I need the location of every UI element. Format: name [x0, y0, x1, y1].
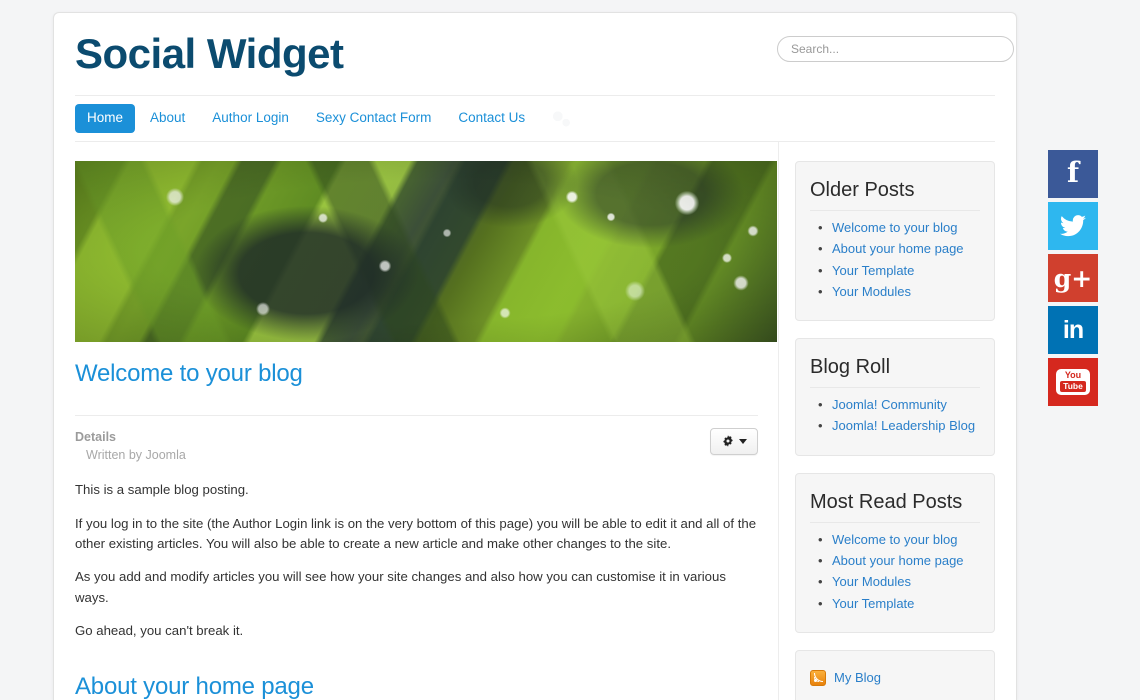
- linkedin-icon: in: [1062, 315, 1084, 344]
- paragraph: Go ahead, you can't break it.: [75, 623, 244, 639]
- article-body: This is a sample blog posting. If you lo…: [75, 464, 758, 642]
- module-link[interactable]: Welcome to your blog: [832, 532, 958, 547]
- article-about-home-page: About your home page Details Written by …: [75, 655, 758, 700]
- nav-item-home[interactable]: Home: [75, 104, 136, 133]
- twitter-icon: [1060, 215, 1086, 237]
- site-container: Social Widget Home About Author Login Se…: [53, 12, 1017, 700]
- article-welcome: Welcome to your blog Details Written by …: [75, 342, 758, 642]
- site-title: Social Widget: [75, 30, 344, 77]
- youtube-tube-text: Tube: [1060, 381, 1086, 392]
- gear-icon: [723, 435, 733, 448]
- nav-item-contact-us[interactable]: Contact Us: [446, 104, 537, 133]
- article-options-button[interactable]: [710, 427, 758, 455]
- module-link[interactable]: Your Modules: [832, 574, 911, 589]
- module-link-list: Welcome to your blog About your home pag…: [810, 529, 980, 614]
- module-most-read-posts: Most Read Posts Welcome to your blog Abo…: [795, 472, 995, 633]
- module-link[interactable]: Joomla! Community: [832, 397, 947, 412]
- rss-icon: [810, 669, 826, 686]
- module-title: Older Posts: [810, 178, 980, 211]
- search-box[interactable]: [777, 36, 1014, 62]
- article-meta: Details Written by Joomla: [75, 416, 758, 464]
- list-item: About your home page: [818, 550, 980, 571]
- nav-item-sexy-contact-form[interactable]: Sexy Contact Form: [304, 104, 444, 133]
- social-button-twitter[interactable]: [1048, 202, 1098, 250]
- details-label: Details: [75, 429, 116, 444]
- list-item: Your Template: [818, 260, 980, 281]
- paragraph: As you add and modify articles you will …: [75, 569, 726, 605]
- module-link[interactable]: Joomla! Leadership Blog: [832, 418, 975, 433]
- chevron-down-icon: [739, 438, 747, 444]
- article-author: Written by Joomla: [86, 447, 186, 462]
- module-blog-roll: Blog Roll Joomla! Community Joomla! Lead…: [795, 338, 995, 456]
- facebook-icon: f: [1066, 156, 1080, 189]
- article-title[interactable]: Welcome to your blog: [75, 360, 758, 389]
- module-link[interactable]: About your home page: [832, 241, 964, 256]
- list-item: Welcome to your blog: [818, 529, 980, 550]
- list-item: Your Template: [818, 593, 980, 614]
- list-item: Your Modules: [818, 281, 980, 302]
- youtube-icon: You Tube: [1056, 369, 1090, 395]
- social-button-linkedin[interactable]: in: [1048, 306, 1098, 354]
- google-plus-icon: g+: [1053, 263, 1093, 293]
- social-button-facebook[interactable]: f: [1048, 150, 1098, 198]
- site-header: Social Widget: [54, 13, 1016, 95]
- article-title[interactable]: About your home page: [75, 673, 758, 700]
- social-share-rail: f g+ in You Tube: [1048, 150, 1098, 406]
- paragraph: This is a sample blog posting.: [75, 482, 249, 498]
- nav-item-about[interactable]: About: [138, 104, 197, 133]
- list-item: About your home page: [818, 238, 980, 259]
- page-columns: Welcome to your blog Details Written by …: [54, 142, 1016, 700]
- module-link-list: Joomla! Community Joomla! Leadership Blo…: [810, 394, 980, 437]
- module-link[interactable]: About your home page: [832, 553, 964, 568]
- youtube-you-text: You: [1064, 370, 1082, 381]
- search-input[interactable]: [777, 36, 1014, 62]
- module-syndication-feed: My Blog: [795, 649, 995, 700]
- page-root: Social Widget Home About Author Login Se…: [0, 0, 1140, 700]
- list-item: Your Modules: [818, 571, 980, 592]
- nav-item-author-login[interactable]: Author Login: [200, 104, 301, 133]
- feed-link[interactable]: My Blog: [834, 670, 881, 685]
- module-link[interactable]: Your Template: [832, 596, 914, 611]
- module-title: Most Read Posts: [810, 490, 980, 523]
- list-item: Welcome to your blog: [818, 217, 980, 238]
- content-column: Welcome to your blog Details Written by …: [75, 142, 779, 700]
- hero-image: [75, 161, 777, 342]
- module-older-posts: Older Posts Welcome to your blog About y…: [795, 161, 995, 322]
- nav-faded-artifact: [550, 110, 576, 128]
- module-link-list: Welcome to your blog About your home pag…: [810, 217, 980, 302]
- list-item: Joomla! Leadership Blog: [818, 415, 980, 436]
- social-button-google-plus[interactable]: g+: [1048, 254, 1098, 302]
- module-link[interactable]: Your Template: [832, 263, 914, 278]
- sidebar-column: Older Posts Welcome to your blog About y…: [779, 142, 995, 700]
- social-button-youtube[interactable]: You Tube: [1048, 358, 1098, 406]
- main-navigation: Home About Author Login Sexy Contact For…: [75, 95, 995, 142]
- module-link[interactable]: Your Modules: [832, 284, 911, 299]
- module-link[interactable]: Welcome to your blog: [832, 220, 958, 235]
- module-title: Blog Roll: [810, 355, 980, 389]
- list-item: Joomla! Community: [818, 394, 980, 415]
- paragraph: If you log in to the site (the Author Lo…: [75, 515, 757, 551]
